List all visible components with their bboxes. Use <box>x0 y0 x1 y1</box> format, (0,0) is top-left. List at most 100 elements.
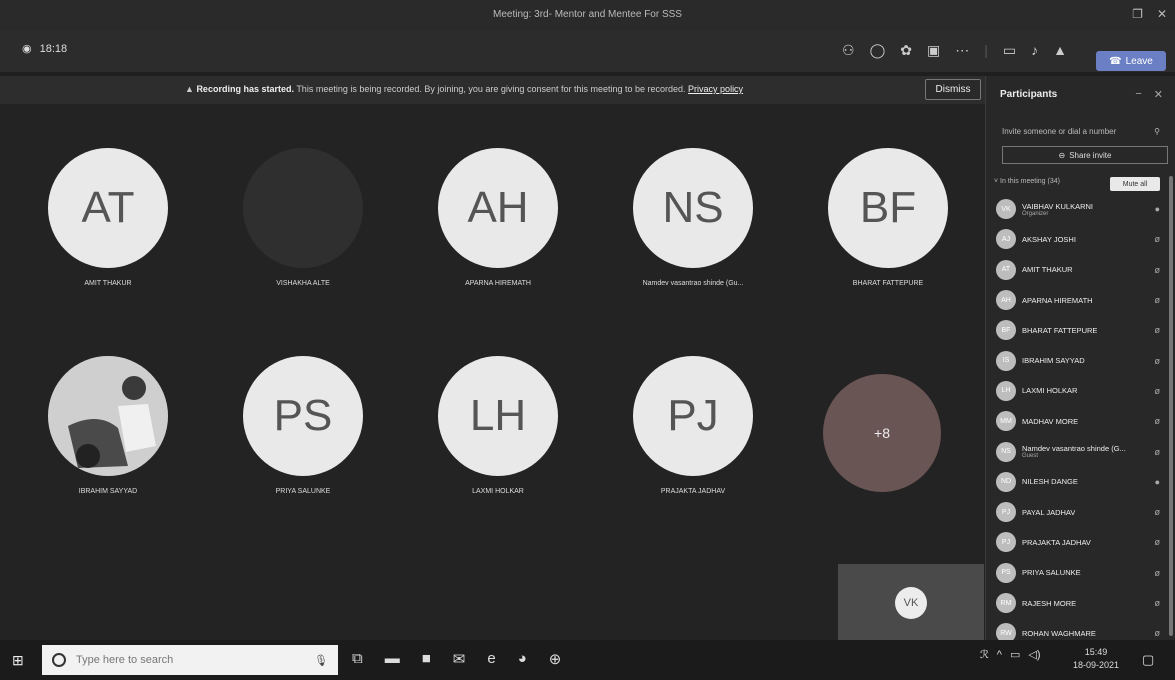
file-explorer-icon[interactable]: ▬ <box>385 650 400 668</box>
avatar: AJ <box>996 229 1016 250</box>
list-item[interactable]: NS Namdev vasantrao shinde (G... Guest ø <box>996 436 1168 466</box>
participant-tile[interactable]: AT AMIT THAKUR <box>28 148 188 318</box>
scrollbar[interactable] <box>1169 176 1173 636</box>
avatar: AH <box>996 290 1016 311</box>
participant-name: PRIYA SALUNKE <box>275 488 331 495</box>
avatar: PS <box>996 562 1016 583</box>
participant-name: VISHAKHA ALTE <box>276 280 330 287</box>
list-item[interactable]: BF BHARAT FATTEPURE ø <box>996 315 1168 345</box>
taskbar-search-box[interactable]: Type here to search 🎙 <box>42 645 338 675</box>
avatar: BF <box>996 320 1016 341</box>
avatar: RM <box>996 593 1016 613</box>
participant-tile[interactable]: BF BHARAT FATTEPURE <box>808 148 968 318</box>
avatar: PJ <box>633 356 753 476</box>
close-icon[interactable]: ✕ <box>1154 88 1163 101</box>
volume-icon[interactable]: ◁) <box>1028 648 1040 661</box>
mic-icon: ● <box>1154 476 1160 487</box>
avatar: BF <box>828 148 948 268</box>
list-item[interactable]: AT AMIT THAKUR ø <box>996 255 1168 285</box>
participant-tile[interactable]: LH LAXMI HOLKAR <box>418 356 578 526</box>
list-item[interactable]: IS IBRAHIM SAYYAD ø <box>996 345 1168 375</box>
participant-name-text: VAIBHAV KULKARNI <box>1022 201 1093 211</box>
in-meeting-section[interactable]: ˅ In this meeting (34) <box>994 178 1060 185</box>
avatar: LH <box>438 356 558 476</box>
chrome-icon[interactable]: ◕ <box>518 650 527 668</box>
mic-muted-icon: ø <box>1154 416 1161 427</box>
self-view: VK <box>838 564 984 640</box>
list-item[interactable]: MM MADHAV MORE ø <box>996 406 1168 436</box>
share-invite-button[interactable]: ⊖ Share invite <box>1002 146 1168 164</box>
mic-muted-icon: ø <box>1154 325 1161 336</box>
participant-name: RAJESH MORE <box>1022 598 1077 608</box>
leave-button[interactable]: ☎ Leave <box>1096 51 1166 71</box>
list-item[interactable]: PS PRIYA SALUNKE ø <box>996 558 1168 588</box>
photo-image <box>48 356 168 476</box>
avatar: ND <box>996 471 1016 492</box>
participant-name: PRIYA SALUNKE <box>1022 568 1081 578</box>
restore-icon[interactable]: ❐ <box>1132 7 1143 21</box>
close-icon[interactable]: ✕ <box>1157 7 1167 21</box>
participant-tile[interactable]: PS PRIYA SALUNKE <box>223 356 383 526</box>
mic-icon: ● <box>1154 204 1160 215</box>
list-item[interactable]: PJ PAYAL JADHAV ø <box>996 497 1168 527</box>
taskbar: ⊞ Type here to search 🎙 ⧉ ▬ ■ ✉ e ◕ ⊕ ℛ … <box>0 640 1175 680</box>
edge-icon[interactable]: e <box>487 650 495 668</box>
list-item[interactable]: AH APARNA HIREMATH ø <box>996 285 1168 315</box>
popout-icon[interactable]: − <box>1135 88 1141 101</box>
privacy-policy-link[interactable]: Privacy policy <box>688 84 743 94</box>
chat-icon[interactable]: ◯ <box>870 42 886 59</box>
participant-name: ROHAN WAGHMARE <box>1022 628 1096 638</box>
participant-tile[interactable]: PJ PRAJAKTA JADHAV <box>613 356 773 526</box>
participant-name-text: Namdev vasantrao shinde (G... <box>1022 444 1126 454</box>
list-item[interactable]: LH LAXMI HOLKAR ø <box>996 376 1168 406</box>
participants-icon[interactable]: ⚇ <box>842 42 855 59</box>
windows-start-icon[interactable]: ⊞ <box>12 652 24 669</box>
participant-name: BHARAT FATTEPURE <box>1022 325 1098 335</box>
participant-tile[interactable]: IBRAHIM SAYYAD <box>28 356 188 526</box>
participant-name: Namdev vasantrao shinde (Gu... <box>642 280 744 287</box>
participant-tile[interactable]: VISHAKHA ALTE <box>223 148 383 318</box>
show-hidden-icon[interactable]: ^ <box>997 649 1002 661</box>
list-item[interactable]: PJ PRAJAKTA JADHAV ø <box>996 527 1168 557</box>
banner-title: Recording has started. <box>196 84 294 94</box>
avatar: AH <box>438 148 558 268</box>
store-icon[interactable]: ■ <box>422 650 431 668</box>
mute-all-button[interactable]: Mute all <box>1110 177 1160 191</box>
list-item[interactable]: RM RAJESH MORE ø <box>996 588 1168 618</box>
list-item[interactable]: VK VAIBHAV KULKARNI Organizer ● <box>996 194 1168 224</box>
participant-name: Namdev vasantrao shinde (G... Guest <box>1022 444 1126 459</box>
timer-text: 18:18 <box>39 42 68 55</box>
network-icon[interactable]: ▭ <box>1010 648 1020 661</box>
avatar: AT <box>48 148 168 268</box>
window-title: Meeting: 3rd- Mentor and Mentee For SSS <box>493 9 682 20</box>
microphone-icon[interactable]: 🎙 <box>314 654 328 667</box>
task-view-icon[interactable]: ⧉ <box>352 650 363 668</box>
people-icon[interactable]: ℛ <box>980 648 989 661</box>
reactions-icon[interactable]: ✿ <box>900 42 912 59</box>
shield-icon: ◉ <box>22 43 32 55</box>
notification-icon[interactable]: ▢ <box>1142 652 1154 668</box>
camera-icon[interactable]: ▭ <box>1003 42 1016 59</box>
participant-name: PRAJAKTA JADHAV <box>1022 537 1091 547</box>
invite-input[interactable]: Invite someone or dial a number ⚲ <box>996 122 1166 140</box>
taskbar-clock[interactable]: 15:49 18-09-2021 <box>1073 646 1119 672</box>
list-item[interactable]: ND NILESH DANGE ● <box>996 467 1168 497</box>
list-item[interactable]: AJ AKSHAY JOSHI ø <box>996 224 1168 254</box>
video-stage: AT AMIT THAKUR VISHAKHA ALTE AH APARNA H… <box>0 104 985 640</box>
mic-icon[interactable]: ♪ <box>1031 42 1038 59</box>
participant-tile[interactable]: AH APARNA HIREMATH <box>418 148 578 318</box>
mail-icon[interactable]: ✉ <box>453 650 466 668</box>
participant-name: LAXMI HOLKAR <box>1022 386 1078 396</box>
window-controls: ❐ ✕ <box>1132 7 1167 21</box>
avatar: MM <box>996 411 1016 432</box>
overflow-participants-button[interactable]: +8 <box>823 374 941 492</box>
dismiss-button[interactable]: Dismiss <box>925 79 981 100</box>
pane-controls: − ✕ <box>1135 88 1163 101</box>
share-icon[interactable]: ▲ <box>1053 42 1067 59</box>
teams-icon[interactable]: ⊕ <box>549 650 562 668</box>
more-icon[interactable]: ⋯ <box>955 42 969 59</box>
participant-tile[interactable]: NS Namdev vasantrao shinde (Gu... <box>613 148 773 318</box>
rooms-icon[interactable]: ▣ <box>927 42 940 59</box>
participant-name: APARNA HIREMATH <box>465 280 531 287</box>
warning-icon: ▲ <box>185 84 194 94</box>
